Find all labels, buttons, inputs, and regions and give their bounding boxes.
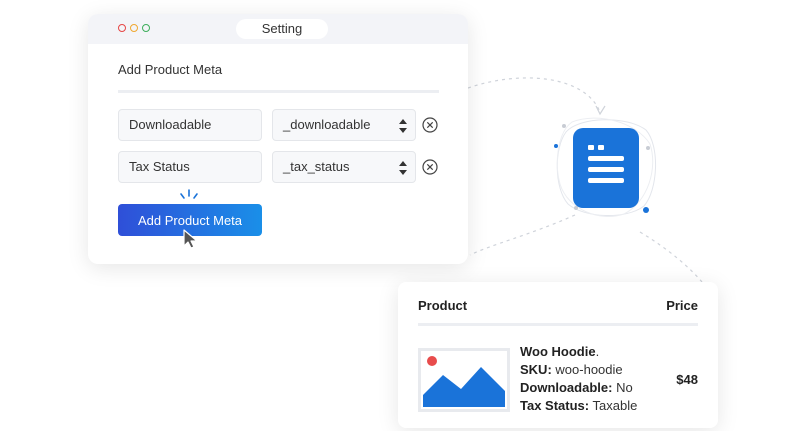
product-details: Woo Hoodie. SKU: woo-hoodie Downloadable… <box>520 343 637 415</box>
select-value: _downloadable <box>283 117 371 132</box>
column-header-product: Product <box>418 298 468 313</box>
select-value: _tax_status <box>283 159 350 174</box>
window-titlebar: Setting <box>88 14 468 44</box>
section-divider <box>118 90 439 93</box>
minimize-window-button[interactable] <box>130 24 138 32</box>
downloadable-label: Downloadable: <box>520 380 613 395</box>
product-table-card: Product Price Woo Hoodie. SKU: woo-hoodi… <box>398 282 718 428</box>
settings-window: Setting Add Product Meta Downloadable _d… <box>88 14 468 264</box>
product-thumbnail <box>418 348 510 412</box>
meta-row: Downloadable _downloadable <box>118 109 438 141</box>
sku-label: SKU: <box>520 362 552 377</box>
downloadable-value: No <box>616 380 633 395</box>
meta-key-select[interactable]: _downloadable <box>272 109 416 141</box>
maximize-window-button[interactable] <box>142 24 150 32</box>
meta-key-select[interactable]: _tax_status <box>272 151 416 183</box>
product-name-suffix: . <box>595 344 600 359</box>
window-title: Setting <box>236 19 328 39</box>
table-divider <box>418 323 698 326</box>
document-list-icon <box>554 117 656 217</box>
click-sparkle-icon <box>180 189 198 199</box>
remove-icon[interactable] <box>422 117 438 133</box>
cursor-icon <box>183 229 198 249</box>
meta-name-input[interactable]: Downloadable <box>118 109 262 141</box>
select-updown-icon <box>399 119 407 133</box>
tax-status-value: Taxable <box>592 398 638 413</box>
select-updown-icon <box>399 161 407 175</box>
meta-row: Tax Status _tax_status <box>118 151 438 183</box>
image-placeholder-icon <box>423 356 505 407</box>
close-window-button[interactable] <box>118 24 126 32</box>
window-controls <box>118 24 150 32</box>
remove-icon[interactable] <box>422 159 438 175</box>
product-price: $48 <box>676 372 698 387</box>
product-name[interactable]: Woo Hoodie <box>520 344 596 359</box>
tax-status-label: Tax Status: <box>520 398 590 413</box>
section-title: Add Product Meta <box>118 62 223 77</box>
sku-value: woo-hoodie <box>555 362 623 377</box>
column-header-price: Price <box>666 298 698 313</box>
meta-name-input[interactable]: Tax Status <box>118 151 262 183</box>
